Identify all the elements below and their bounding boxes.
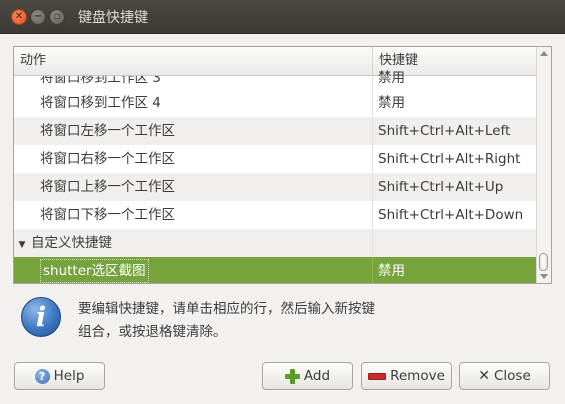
row-shortcut: 禁用 [378,70,405,86]
table-row-selected[interactable]: shutter选区截图 禁用 [14,257,538,283]
row-shortcut: Shift+Ctrl+Alt+Right [378,151,521,167]
window-title: 键盘快捷键 [78,9,148,26]
window-minimize-button[interactable]: − [30,8,46,25]
table-row[interactable]: 将窗口上移一个工作区 Shift+Ctrl+Alt+Up [14,173,538,201]
window-maximize-button[interactable]: ▫ [49,8,65,25]
window-close-button[interactable]: ✕ [11,8,27,25]
info-message: i 要编辑快捷键，请单击相应的行，然后输入新按键 组合，或按退格键清除。 [18,294,538,346]
help-button[interactable]: ? Help [14,362,105,390]
vertical-scrollbar[interactable] [536,47,551,283]
remove-button[interactable]: Remove [361,362,452,390]
remove-icon [368,372,387,380]
table-row[interactable]: 将窗口下移一个工作区 Shift+Ctrl+Alt+Down [14,201,538,229]
remove-button-label: Remove [390,368,445,384]
group-label: 自定义快捷键 [31,235,112,251]
scrollbar-thumb[interactable] [539,253,548,271]
expander-triangle-icon[interactable]: ▼ [15,231,29,257]
info-text-line-1: 要编辑快捷键，请单击相应的行，然后输入新按键 [78,301,375,317]
row-action: 将窗口移到工作区 3 [14,76,373,89]
row-shortcut: 禁用 [378,263,405,279]
close-button-label: Close [493,368,531,384]
info-text-line-2: 组合，或按退格键清除。 [78,324,227,340]
row-action: 将窗口移到工作区 4 [14,89,373,117]
table-row[interactable]: 将窗口移到工作区 4 禁用 [14,89,538,117]
add-button[interactable]: Add [262,362,353,390]
scroll-up-arrow-icon[interactable] [540,51,548,56]
row-action-cell: shutter选区截图 [14,257,373,283]
add-button-label: Add [303,368,331,384]
table-row[interactable]: 将窗口右移一个工作区 Shift+Ctrl+Alt+Right [14,145,538,173]
table-header: 动作 快捷键 [14,47,538,76]
info-text: 要编辑快捷键，请单击相应的行，然后输入新按键 组合，或按退格键清除。 [78,298,528,344]
row-action: 将窗口右移一个工作区 [14,145,373,173]
help-icon-wrap: ? [34,368,50,384]
shortcuts-table[interactable]: 动作 快捷键 将窗口移到工作区 3 禁用 将窗口移到工作区 4 禁用 将窗口左移… [13,46,552,284]
table-rows: 将窗口移到工作区 3 禁用 将窗口移到工作区 4 禁用 将窗口左移一个工作区 S… [14,70,538,283]
column-header-action[interactable]: 动作 [14,47,373,75]
info-icon: i [21,297,61,337]
row-action: shutter选区截图 [40,259,149,283]
add-icon [284,368,300,384]
row-action: 将窗口左移一个工作区 [14,117,373,145]
table-row[interactable]: 将窗口移到工作区 3 禁用 [14,70,538,89]
close-icon-wrap: ✕ [478,368,490,384]
table-row[interactable]: 将窗口左移一个工作区 Shift+Ctrl+Alt+Left [14,117,538,145]
row-shortcut: Shift+Ctrl+Alt+Up [378,179,504,195]
remove-icon-wrap [368,372,387,380]
group-row-shortcut-cell [373,229,378,257]
help-icon: ? [34,368,50,384]
scroll-down-arrow-icon[interactable] [540,274,548,279]
row-shortcut: Shift+Ctrl+Alt+Down [378,207,524,223]
title-bar: ✕ − ▫ 键盘快捷键 [0,0,565,34]
group-row-label-cell: ▼ 自定义快捷键 [14,229,373,257]
row-action: 将窗口上移一个工作区 [14,173,373,201]
help-button-label: Help [53,368,85,384]
row-action: 将窗口下移一个工作区 [14,201,373,229]
add-icon-wrap [284,368,300,384]
row-shortcut: 禁用 [378,95,405,111]
group-row-custom-shortcuts[interactable]: ▼ 自定义快捷键 [14,229,538,257]
close-icon: ✕ [478,368,490,384]
close-button[interactable]: ✕ Close [459,362,550,390]
window-controls: ✕ − ▫ [11,8,65,25]
row-shortcut: Shift+Ctrl+Alt+Left [378,123,511,139]
